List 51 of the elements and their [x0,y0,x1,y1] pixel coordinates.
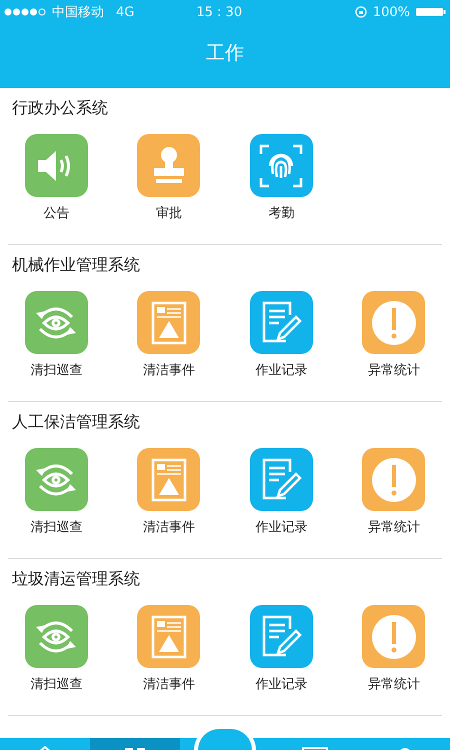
app-tile[interactable] [137,605,200,668]
app-tile[interactable] [137,134,200,197]
page-title: 工作 [206,41,244,66]
app-label: 公告 [43,205,70,223]
app-label: 审批 [156,205,182,223]
app-tile[interactable] [137,291,200,354]
section-title: 行政办公系统 [12,98,108,118]
app-label: 清洁事件 [142,676,195,694]
section-title: 垃圾清运管理系统 [12,568,140,590]
alert-icon [370,456,417,502]
app-label: 清扫巡查 [30,519,82,537]
document-pen-icon [260,614,302,658]
app-tile[interactable] [250,448,313,511]
document-pen-icon [260,300,302,344]
section-title: 机械作业管理系统 [12,254,140,276]
rotation-lock-icon [354,6,367,18]
app-tile[interactable] [250,134,313,197]
signal-icon [4,8,46,16]
battery-icon [416,7,446,17]
center-action-button[interactable] [194,726,256,750]
app-tile[interactable] [24,448,88,511]
app-label: 异常统计 [368,676,420,694]
app-tile[interactable] [137,448,200,511]
app-label: 清洁事件 [142,519,195,537]
app-label: 异常统计 [368,519,420,537]
tab-button[interactable] [90,738,180,750]
app-tile[interactable] [250,605,313,668]
app-tile[interactable] [24,605,88,668]
app-tile[interactable] [250,291,313,354]
alert-icon [370,300,417,346]
app-label: 作业记录 [255,676,308,694]
app-label: 清洁事件 [142,362,195,380]
app-label: 作业记录 [255,362,308,380]
battery-percent: 100% [372,4,410,20]
app-tile[interactable] [24,134,88,197]
app-label: 考勤 [268,205,294,223]
app-tile[interactable] [24,291,88,354]
app-label: 清扫巡查 [30,676,82,694]
alert-icon [370,614,417,660]
app-label: 作业记录 [255,519,308,537]
network-type: 4G [116,4,134,20]
document-pen-icon [260,458,302,502]
clock-time: 15 : 30 [196,4,242,20]
app-tile[interactable] [362,448,426,511]
app-label: 异常统计 [368,362,420,380]
fingerprint-icon [259,144,304,188]
section-title: 人工保洁管理系统 [12,412,140,432]
app-tile[interactable] [362,605,426,668]
app-tile[interactable] [362,291,426,354]
app-label: 清扫巡查 [30,362,82,380]
carrier-name: 中国移动 [52,4,104,21]
